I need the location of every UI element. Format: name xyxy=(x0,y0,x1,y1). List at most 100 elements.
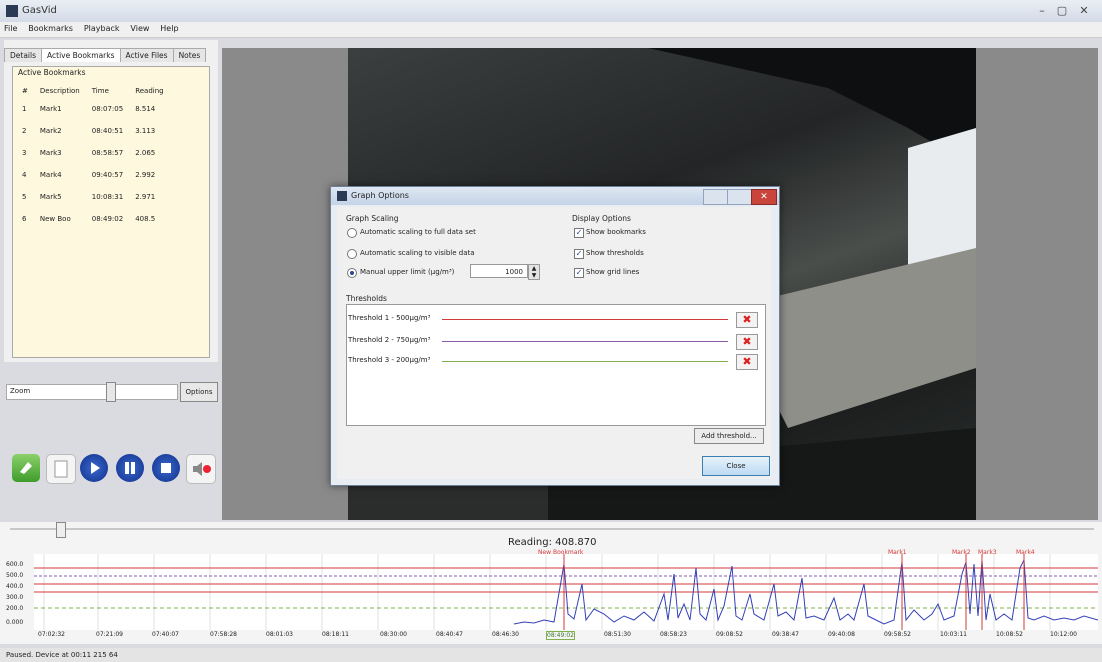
cell: Mark2 xyxy=(39,127,62,135)
col-time[interactable]: Time xyxy=(86,84,129,98)
cell: 08:40:51 xyxy=(91,127,124,135)
cell: 408.5 xyxy=(135,215,156,223)
bookmark-add-button[interactable] xyxy=(12,454,40,482)
cell: 2 xyxy=(22,127,27,135)
manual-limit-spinner[interactable]: ▲ ▼ xyxy=(528,264,540,280)
y-tick-label: 300.0 xyxy=(6,594,24,601)
scaling-radio-visible[interactable] xyxy=(347,249,357,259)
scaling-radio-manual[interactable] xyxy=(347,268,357,278)
options-button[interactable]: Options xyxy=(180,382,218,402)
x-tick-label: 08:01:03 xyxy=(266,631,293,638)
tab-notes[interactable]: Notes xyxy=(172,48,207,62)
table-row[interactable]: 2 Mark2 08:40:51 3.113 xyxy=(16,120,170,142)
col-reading[interactable]: Reading xyxy=(129,84,169,98)
x-tick-label: 09:38:47 xyxy=(772,631,799,638)
delete-threshold-3-button[interactable]: ✖ xyxy=(736,354,758,370)
thresholds-list xyxy=(346,304,766,426)
bookmarks-group-label: Active Bookmarks xyxy=(18,68,86,77)
show-grid-label: Show grid lines xyxy=(586,268,640,276)
x-tick-label: 08:58:23 xyxy=(660,631,687,638)
x-tick-label: 07:58:28 xyxy=(210,631,237,638)
bookmark-label: Mark4 xyxy=(1016,549,1035,556)
cell: 2.971 xyxy=(135,193,156,201)
y-tick-label: 0.000 xyxy=(6,619,24,626)
col-description[interactable]: Description xyxy=(34,84,86,98)
menu-help[interactable]: Help xyxy=(156,22,182,35)
stop-button[interactable] xyxy=(152,454,180,482)
cell: 3.113 xyxy=(135,127,156,135)
x-tick-label: 09:08:52 xyxy=(716,631,743,638)
table-row[interactable]: 3 Mark3 08:58:57 2.065 xyxy=(16,142,170,164)
delete-threshold-2-button[interactable]: ✖ xyxy=(736,334,758,350)
threshold-1-label: Threshold 1 - 500µg/m³ xyxy=(348,314,431,322)
tab-active-files[interactable]: Active Files xyxy=(119,48,174,62)
cell: Mark3 xyxy=(39,149,62,157)
play-button[interactable] xyxy=(80,454,108,482)
cell: 8.514 xyxy=(135,105,156,113)
mute-button[interactable] xyxy=(186,454,216,484)
reading-chart[interactable] xyxy=(34,554,1099,630)
x-tick-label: 08:30:00 xyxy=(380,631,407,638)
x-tick-label: 09:58:52 xyxy=(884,631,911,638)
zoom-slider-thumb[interactable] xyxy=(106,382,116,402)
x-tick-label: 08:40:47 xyxy=(436,631,463,638)
pause-button[interactable] xyxy=(116,454,144,482)
y-tick-label: 200.0 xyxy=(6,605,24,612)
minimize-button[interactable]: – xyxy=(1032,3,1052,18)
close-button[interactable]: Close xyxy=(702,456,770,476)
bookmarks-table: # Description Time Reading 1 Mark1 08:07:0… xyxy=(16,84,170,230)
show-bookmarks-checkbox[interactable]: ✓ xyxy=(574,228,584,238)
scaling-option-manual: Manual upper limit (µg/m³) xyxy=(360,268,455,276)
table-row[interactable]: 5 Mark5 10:08:31 2.971 xyxy=(16,186,170,208)
show-thresholds-label: Show thresholds xyxy=(586,249,644,257)
close-window-button[interactable]: ✕ xyxy=(1072,3,1096,18)
cell: 2.065 xyxy=(135,149,156,157)
menu-bookmarks[interactable]: Bookmarks xyxy=(24,22,77,35)
scaling-radio-full[interactable] xyxy=(347,228,357,238)
x-tick-label: 07:02:32 xyxy=(38,631,65,638)
dialog-close-icon[interactable]: ✕ xyxy=(751,189,777,205)
menu-playback[interactable]: Playback xyxy=(80,22,124,35)
pause-icon xyxy=(125,462,135,474)
scaling-option-full: Automatic scaling to full data set xyxy=(360,228,476,236)
status-bar: Paused. Device at 00:11 215 64 xyxy=(0,648,1102,662)
document-icon xyxy=(54,460,68,478)
timeline-slider[interactable] xyxy=(10,528,1094,530)
x-tick-label: 07:21:09 xyxy=(96,631,123,638)
manual-limit-input[interactable]: 1000 xyxy=(470,264,528,278)
add-threshold-button[interactable]: Add threshold... xyxy=(694,428,764,444)
reading-readout: Reading: 408.870 xyxy=(508,537,597,548)
cell: 08:58:57 xyxy=(91,149,124,157)
dialog-minimize-button[interactable] xyxy=(703,189,729,205)
x-tick-label: 08:18:11 xyxy=(322,631,349,638)
timeline-slider-thumb[interactable] xyxy=(56,522,66,538)
tab-active-bookmarks[interactable]: Active Bookmarks xyxy=(41,48,121,62)
show-grid-checkbox[interactable]: ✓ xyxy=(574,268,584,278)
dialog-icon xyxy=(337,191,347,201)
bookmark-label: Mark2 xyxy=(952,549,971,556)
maximize-button[interactable]: ▢ xyxy=(1052,3,1072,18)
col-number[interactable]: # xyxy=(16,84,34,98)
table-row[interactable]: 1 Mark1 08:07:05 8.514 xyxy=(16,98,170,120)
y-tick-label: 500.0 xyxy=(6,572,24,579)
speaker-mute-icon xyxy=(193,462,211,476)
menu-view[interactable]: View xyxy=(126,22,153,35)
delete-threshold-1-button[interactable]: ✖ xyxy=(736,312,758,328)
x-tick-label: 10:03:11 xyxy=(940,631,967,638)
dialog-maximize-button[interactable] xyxy=(727,189,753,205)
cell: 1 xyxy=(22,105,27,113)
show-thresholds-checkbox[interactable]: ✓ xyxy=(574,249,584,259)
play-icon xyxy=(91,462,100,474)
table-row[interactable]: 6 New Boo 08:49:02 408.5 xyxy=(16,208,170,230)
x-tick-label: 08:51:30 xyxy=(604,631,631,638)
menu-file[interactable]: File xyxy=(0,22,21,35)
bookmark-label: Mark3 xyxy=(978,549,997,556)
cell: Mark4 xyxy=(39,171,62,179)
cell: 2.992 xyxy=(135,171,156,179)
cell: Mark1 xyxy=(39,105,62,113)
zoom-slider[interactable] xyxy=(6,384,178,400)
tab-details[interactable]: Details xyxy=(4,48,43,62)
new-document-button[interactable] xyxy=(46,454,76,484)
table-row[interactable]: 4 Mark4 09:40:57 2.992 xyxy=(16,164,170,186)
zoom-label: Zoom xyxy=(10,387,31,395)
